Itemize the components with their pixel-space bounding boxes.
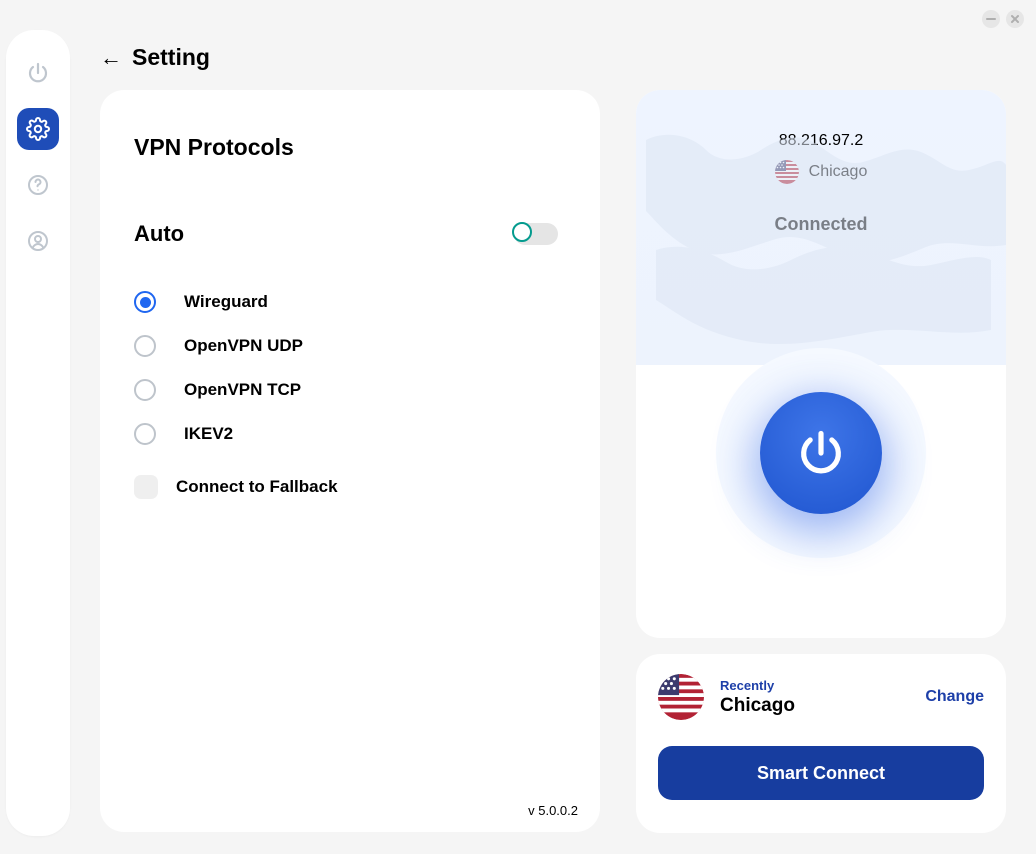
sidebar-item-settings[interactable]: [17, 108, 59, 150]
gear-icon: [26, 117, 50, 141]
recently-label: Recently: [720, 678, 909, 693]
power-button-wrap: [716, 348, 926, 558]
protocol-label: OpenVPN UDP: [184, 336, 303, 356]
fallback-row: Connect to Fallback: [134, 475, 566, 499]
connect-power-button[interactable]: [760, 392, 882, 514]
auto-label: Auto: [134, 221, 184, 247]
section-title: VPN Protocols: [134, 134, 566, 161]
minimize-button[interactable]: [982, 10, 1000, 28]
back-arrow-icon[interactable]: ←: [100, 45, 122, 71]
protocol-openvpn-tcp[interactable]: OpenVPN TCP: [134, 379, 566, 401]
radio-icon: [134, 291, 156, 313]
sidebar: [6, 30, 70, 836]
protocol-list: Wireguard OpenVPN UDP OpenVPN TCP IKEV2: [134, 291, 566, 445]
protocol-openvpn-udp[interactable]: OpenVPN UDP: [134, 335, 566, 357]
recent-top: Recently Chicago Change: [658, 674, 984, 720]
help-icon: [26, 173, 50, 197]
recent-text: Recently Chicago: [720, 678, 909, 717]
protocol-label: Wireguard: [184, 292, 268, 312]
settings-card: VPN Protocols Auto Wireguard OpenVPN UDP…: [100, 90, 600, 832]
recent-city: Chicago: [720, 695, 909, 717]
fallback-label: Connect to Fallback: [176, 477, 338, 497]
radio-icon: [134, 379, 156, 401]
close-button[interactable]: [1006, 10, 1024, 28]
auto-toggle[interactable]: [514, 223, 558, 245]
recent-card: Recently Chicago Change Smart Connect: [636, 654, 1006, 833]
radio-icon: [134, 423, 156, 445]
version-label: v 5.0.0.2: [528, 803, 578, 818]
us-flag-icon: [775, 160, 799, 184]
sidebar-item-power[interactable]: [17, 52, 59, 94]
user-icon: [26, 229, 50, 253]
page-header: ← Setting: [100, 44, 210, 71]
us-flag-icon: [658, 674, 704, 720]
protocol-wireguard[interactable]: Wireguard: [134, 291, 566, 313]
smart-connect-button[interactable]: Smart Connect: [658, 746, 984, 800]
change-link[interactable]: Change: [925, 688, 984, 706]
location-label: Chicago: [809, 163, 868, 181]
status-top: 88.216.97.2 Chicago Connected: [636, 90, 1006, 365]
window-controls: [982, 10, 1024, 28]
status-card: 88.216.97.2 Chicago Connected: [636, 90, 1006, 638]
protocol-label: OpenVPN TCP: [184, 380, 301, 400]
fallback-checkbox[interactable]: [134, 475, 158, 499]
page-title: Setting: [132, 44, 210, 71]
radio-icon: [134, 335, 156, 357]
protocol-label: IKEV2: [184, 424, 233, 444]
sidebar-item-help[interactable]: [17, 164, 59, 206]
connection-status: Connected: [774, 214, 867, 235]
protocol-ikev2[interactable]: IKEV2: [134, 423, 566, 445]
power-icon: [795, 427, 847, 479]
auto-row: Auto: [134, 221, 566, 247]
ip-address: 88.216.97.2: [779, 132, 864, 150]
toggle-knob: [512, 222, 532, 242]
power-icon: [26, 61, 50, 85]
location-row: Chicago: [775, 160, 868, 184]
sidebar-item-account[interactable]: [17, 220, 59, 262]
